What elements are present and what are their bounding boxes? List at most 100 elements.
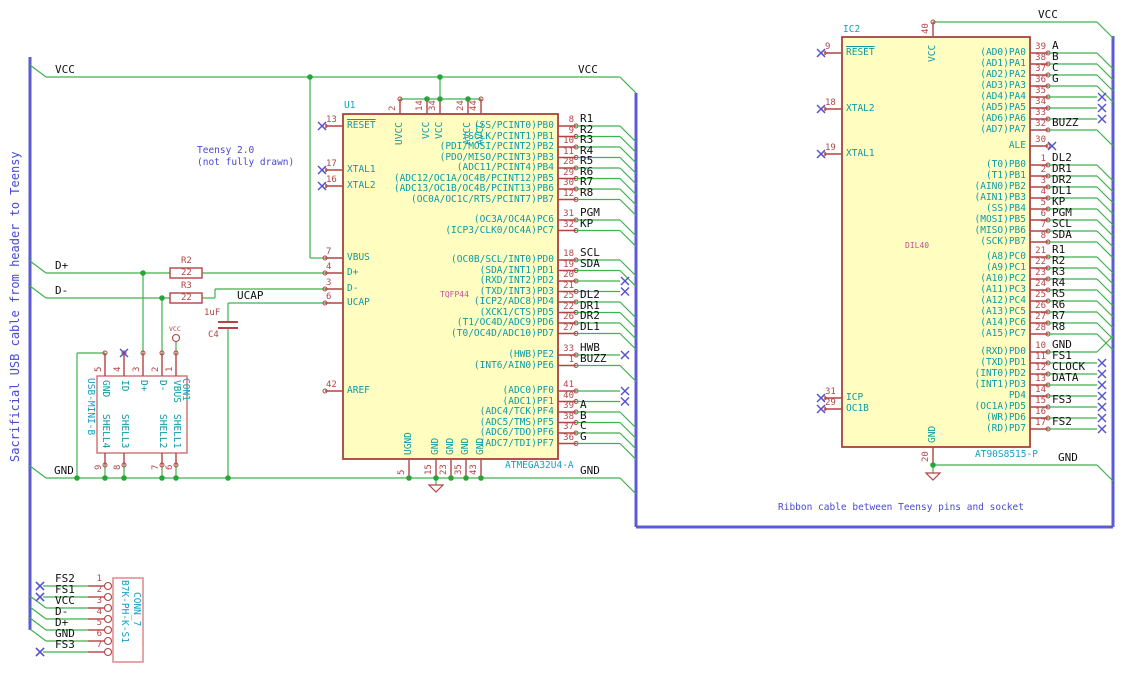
net-label: FS3 (1052, 393, 1072, 406)
pin-name: (AD2)PA2 (980, 69, 1026, 80)
net-label: KP (580, 216, 594, 230)
pin-number: 9 (94, 464, 104, 470)
pin-number: 5 (94, 366, 104, 372)
pin-name: UGND (403, 432, 414, 455)
pin-name: (XCK1/CTS)PD5 (479, 306, 554, 318)
pin-number: 36 (563, 432, 574, 443)
net-label: SDA (1052, 228, 1072, 241)
pin-number: 32 (563, 219, 574, 230)
pin-name: GND (445, 437, 456, 455)
net-label: GND (54, 464, 74, 477)
ic-reference: U1 (344, 100, 356, 111)
pin-name: VCC (434, 121, 445, 139)
net-label: VCC (1038, 8, 1058, 21)
pin-number: 6 (1040, 209, 1046, 219)
pin-number: 18 (563, 249, 574, 259)
pin-number: 20 (563, 270, 574, 280)
net-label: R8 (580, 185, 594, 199)
pin-number: 13 (1035, 374, 1046, 384)
pin-number: 39 (563, 401, 574, 411)
pin-name: (RXD/INT2)PD2 (479, 275, 554, 286)
pin-number: 4 (96, 607, 102, 617)
pin-number: 7 (96, 640, 102, 650)
pin-number: 37 (563, 422, 574, 432)
pin-number: 6 (165, 464, 175, 470)
pin-number: 21 (563, 280, 574, 291)
pin-name: (ADC1)PF1 (502, 395, 554, 407)
net-label: BUZZ (580, 351, 607, 365)
pin-number: 12 (563, 188, 574, 199)
pin-number: 5 (397, 469, 407, 475)
pin-name: (A12)PC4 (980, 295, 1026, 306)
pin-number: 39 (1035, 42, 1046, 52)
ic-reference: IC2 (843, 24, 861, 35)
pin-number: 36 (1035, 75, 1046, 85)
pin-number: 40 (563, 390, 574, 401)
pin-name: (MISO)PB6 (974, 225, 1026, 236)
pin-name: GND (99, 380, 111, 398)
pin-number: 3 (1040, 176, 1046, 186)
resistor-value: 22 (181, 268, 192, 278)
pin-number: 1 (1040, 154, 1046, 164)
capacitor-reference: C4 (208, 330, 219, 340)
pin-name: GND (927, 425, 938, 443)
pin-name: (ADC4/TCK)PF4 (479, 406, 554, 417)
pin-name: (ADC0)PF0 (502, 385, 554, 396)
schematic-canvas[interactable]: Teensy 2.0 (not fully drawn) Ribbon cabl… (0, 0, 1131, 690)
pin-name: (T0)PB0 (985, 159, 1026, 170)
pin-number: 35 (1035, 86, 1046, 96)
pin-number: 30 (1035, 135, 1046, 145)
pin-number: 2 (1040, 165, 1046, 175)
pin-number: 44 (469, 100, 479, 111)
pin-name: (ADC12/OC1A/OC4B/PCINT12)PB5 (393, 172, 554, 184)
pin-number: 28 (563, 157, 574, 167)
net-label: R8 (1052, 320, 1066, 333)
pin-name: (AD3)PA3 (980, 80, 1026, 91)
pin-name: (HWB)PE2 (508, 349, 554, 360)
pin-number: 22 (563, 301, 574, 312)
pin-number: 23 (439, 464, 449, 475)
net-label: GND (1058, 451, 1078, 464)
pin-number: 8 (568, 115, 574, 125)
pin-name: (A13)PC5 (980, 306, 1026, 317)
pin-name: ID (118, 380, 130, 392)
pin-number: 38 (563, 411, 574, 422)
pin-name: (AD0)PA0 (980, 47, 1026, 58)
pin-name: (ADC7/TDI)PF7 (479, 437, 554, 449)
pin-name: (ADC11/PCINT4)PB4 (456, 162, 554, 173)
pin-name: ALE (1008, 140, 1026, 151)
pin-name: (A11)PC3 (980, 284, 1026, 295)
pin-number: 37 (1035, 64, 1046, 74)
pin-name: (MOSI)PB5 (974, 214, 1026, 225)
pin-number: 6 (96, 629, 102, 639)
pin-number: 21 (1035, 246, 1046, 256)
pin-name: UVCC (394, 121, 405, 145)
pin-name: (OC1A)PD5 (974, 401, 1026, 412)
pin-number: 8 (1040, 231, 1046, 241)
pin-name: (T0/OC4D/ADC10)PD7 (451, 327, 554, 339)
pin-name: (INT6/AIN0)PE6 (473, 359, 554, 371)
pin-number: 29 (563, 167, 574, 178)
net-label: GND (580, 464, 600, 477)
vcc-power-symbol: VCC (169, 325, 181, 333)
pin-number: 20 (921, 451, 931, 462)
pin-name: (TXD/INT3)PD3 (479, 285, 554, 297)
pin-number: 5 (96, 618, 102, 628)
pin-name: (ICP3/CLK0/OC4A)PC7 (445, 224, 554, 236)
pin-name: AVCC (462, 121, 473, 145)
pin-name: SHELL3 (118, 414, 130, 449)
pin-number: 4 (1040, 187, 1046, 197)
pin-name: (PDO/MISO/PCINT3)PB3 (439, 151, 554, 163)
net-label: G (580, 429, 587, 443)
pin-name: (A9)PC1 (985, 262, 1026, 273)
net-label: BUZZ (1052, 116, 1079, 129)
pin-name: (ADC5/TMS)PF5 (479, 416, 554, 428)
pin-name: (AIN0)PB2 (974, 181, 1026, 192)
pin-number: 43 (469, 464, 479, 475)
net-label: G (1052, 72, 1059, 85)
pin-name: (INT0)PD2 (974, 368, 1026, 379)
pin-name: (AD4)PA4 (980, 91, 1026, 102)
pin-number: 33 (563, 344, 574, 354)
pin-number: 15 (1035, 396, 1046, 406)
pin-number: 1 (568, 354, 574, 365)
